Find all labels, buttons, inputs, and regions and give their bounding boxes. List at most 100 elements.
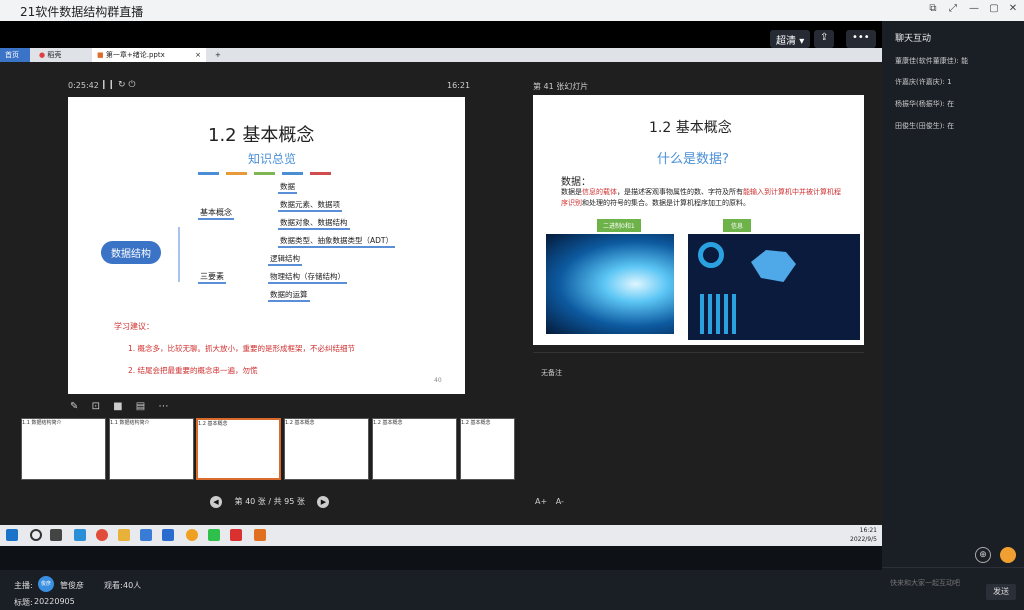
chat-message: 董康佳(软件董康佳): 能	[895, 57, 969, 65]
send-button[interactable]: 发送	[986, 584, 1016, 600]
zoom-icon[interactable]: ⊡	[92, 401, 100, 412]
stream-title-label: 标题:	[14, 598, 33, 607]
camera-icon[interactable]: ■	[113, 401, 122, 412]
slide-pager: ◀ 第 40 张 / 共 95 张 ▶	[210, 496, 330, 508]
window-title: 21软件数据结构群直播	[20, 5, 144, 19]
slide-subtitle: 知识总览	[248, 152, 297, 166]
slide-title: 1.2 基本概念	[208, 125, 315, 146]
more-button[interactable]: •••	[846, 30, 876, 48]
taskbar-clock: 16:21 2022/9/5	[850, 527, 877, 543]
slide-clock: 16:21	[447, 81, 471, 90]
more-tools-icon[interactable]: ⋯	[158, 401, 168, 412]
advice-item: 2. 结尾会把最重要的概念串一遍，勿慌	[128, 366, 258, 375]
next-slide-button[interactable]: ▶	[317, 496, 330, 508]
ppt-icon: ■	[97, 51, 104, 59]
avatar[interactable]: 俊彦	[38, 576, 54, 592]
chat-message: 田俊生(田俊生): 在	[895, 122, 955, 130]
font-decrease-button[interactable]: A-	[556, 497, 564, 506]
thumbnail-active[interactable]: 1.2 基本概念	[196, 418, 281, 480]
quality-label: 超清	[776, 36, 796, 47]
app-icon[interactable]	[186, 529, 198, 541]
chat-message: 杨振华(杨振华): 在	[895, 100, 955, 108]
thumbnail[interactable]: 1.2 基本概念	[372, 418, 457, 480]
slide-page-number: 40	[434, 377, 442, 384]
font-increase-button[interactable]: A+	[535, 497, 547, 506]
tab-docer[interactable]: ● 稻壳	[34, 48, 66, 62]
explorer-icon[interactable]	[118, 529, 130, 541]
timer: 0:25:42	[68, 81, 99, 90]
chat-input[interactable]	[890, 576, 980, 590]
edge-icon[interactable]	[74, 529, 86, 541]
data-definition: 数据是信息的载体，是描述客观事物属性的数、字符及所有能输入到计算机中并被计算机程…	[561, 188, 841, 207]
thumbnail[interactable]: 1.1 数据结构简介	[21, 418, 106, 480]
power-icon[interactable]: ⏻	[128, 80, 135, 90]
thumbnail[interactable]: 1.1 数据结构简介	[109, 418, 194, 480]
app-icon[interactable]	[140, 529, 152, 541]
more-icon: •••	[852, 32, 870, 43]
share-button[interactable]: ⇪	[814, 30, 835, 48]
tag-info: 信息	[723, 219, 752, 232]
chrome-icon[interactable]	[96, 529, 108, 541]
slide-thumbnails: 1.1 数据结构简介 1.1 数据结构简介 1.2 基本概念 1.2 基本概念 …	[0, 418, 530, 482]
thumbnail[interactable]: 1.2 基本概念	[284, 418, 369, 480]
tag-binary: 二进制0和1	[597, 219, 641, 232]
subtitle-icon[interactable]: ▤	[136, 401, 145, 412]
mindmap-leaf: 数据的运算	[268, 289, 310, 302]
next-slide-title: 1.2 基本概念	[649, 120, 732, 136]
link-icon[interactable]: ⊕	[975, 547, 991, 563]
gift-icon[interactable]	[1000, 547, 1016, 563]
data-label: 数据：	[561, 177, 591, 188]
app-icon[interactable]	[162, 529, 174, 541]
advice-item: 1. 概念多，比较无聊。抓大放小，重要的是形成框架，不必纠结细节	[128, 344, 356, 353]
ppt-taskbar-icon[interactable]	[254, 529, 266, 541]
wps-icon[interactable]	[230, 529, 242, 541]
prev-slide-button[interactable]: ◀	[210, 496, 222, 508]
mindmap-leaf: 数据	[278, 181, 297, 194]
viewers-count: 40人	[123, 581, 142, 590]
mindmap-leaf: 数据元素、数据项	[278, 199, 342, 212]
next-slide-subtitle: 什么是数据?	[657, 152, 729, 167]
new-tab-button[interactable]: +	[210, 48, 226, 62]
restart-icon[interactable]: ↻	[118, 80, 126, 90]
next-slide-label: 第 41 张幻灯片	[533, 82, 589, 91]
pin-icon[interactable]: ⧉	[926, 3, 940, 14]
stream-info-bar: 主播: 俊彦 管俊彦 观看: 40人 标题: 20220905	[0, 570, 882, 610]
quality-dropdown[interactable]: 超清 ▾	[770, 30, 811, 48]
timer-controls[interactable]: ❙❙ ↻ ⏻	[100, 80, 136, 90]
advice-title: 学习建议：	[114, 322, 154, 331]
thumbnail[interactable]: 1.2 基本概念	[460, 418, 515, 480]
start-icon[interactable]	[6, 529, 18, 541]
mindmap-connector	[178, 227, 180, 282]
pause-icon[interactable]: ❙❙	[100, 80, 115, 90]
mindmap-root: 数据结构	[101, 241, 161, 264]
mindmap-leaf: 数据类型、抽象数据类型（ADT）	[278, 235, 395, 248]
wechat-icon[interactable]	[208, 529, 220, 541]
viewers-label: 观看:	[104, 581, 123, 590]
chat-input-area: 发送	[882, 567, 1024, 610]
host-label: 主播:	[14, 581, 33, 590]
task-view-icon[interactable]	[50, 529, 62, 541]
fullscreen-icon[interactable]: ⤢	[946, 3, 960, 14]
notes-panel: 无备注	[533, 352, 864, 522]
close-icon[interactable]: ✕	[1006, 3, 1020, 14]
current-slide: 1.2 基本概念 知识总览 数据结构 基本概念 三要素 数据 数据元素、数据项 …	[68, 97, 465, 394]
tab-close-icon[interactable]: ×	[195, 48, 201, 62]
binary-tunnel-image	[546, 234, 674, 334]
search-icon[interactable]	[30, 529, 42, 541]
mindmap-branch-elements: 三要素	[198, 271, 226, 284]
mindmap-leaf: 逻辑结构	[268, 253, 302, 266]
maximize-icon[interactable]: ▢	[987, 3, 1001, 14]
font-size-controls: A+ A-	[535, 497, 564, 506]
window-titlebar: 21软件数据结构群直播 ⧉ ⤢ — ▢ ✕	[0, 0, 1024, 21]
minimize-icon[interactable]: —	[967, 3, 981, 14]
pager-text: 第 40 张 / 共 95 张	[234, 497, 305, 506]
tab-pptx[interactable]: ■ 第一章+绪论.pptx ×	[92, 48, 206, 62]
pen-icon[interactable]: ✎	[70, 401, 78, 412]
tab-home[interactable]: 首页	[0, 48, 30, 62]
dashboard-image	[688, 234, 860, 340]
map-graphic	[751, 250, 796, 282]
share-icon: ⇪	[820, 32, 829, 43]
mindmap-leaf: 数据对象、数据结构	[278, 217, 350, 230]
next-slide-preview[interactable]: 1.2 基本概念 什么是数据? 数据： 数据是信息的载体，是描述客观事物属性的数…	[533, 95, 864, 345]
windows-taskbar: 16:21 2022/9/5	[0, 525, 882, 546]
